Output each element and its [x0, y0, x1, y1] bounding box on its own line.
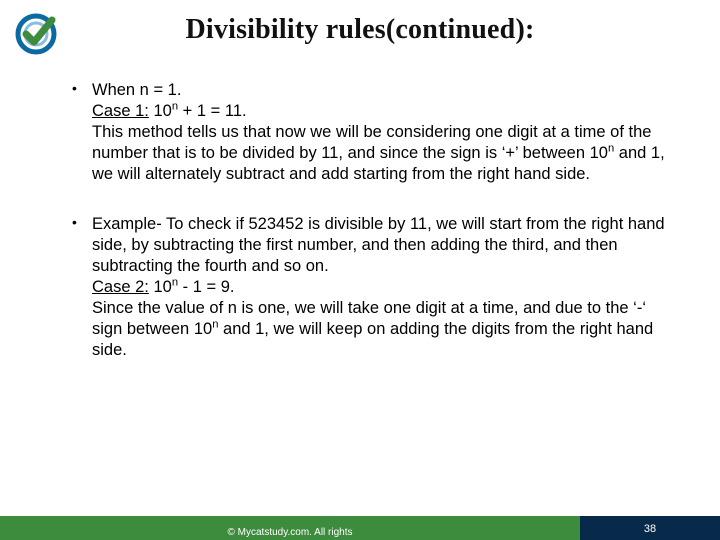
page-number: 38: [580, 523, 720, 535]
bullet-lead: Example- To check if 523452 is divisible…: [92, 215, 665, 275]
bullet-rest: This method tells us that now we will be…: [92, 123, 665, 183]
bullet-item: Example- To check if 523452 is divisible…: [68, 214, 668, 362]
case-expression: 10n + 1 = 11.: [153, 102, 246, 120]
copyright-text: © Mycatstudy.com. All rights: [0, 527, 580, 538]
bullet-rest: Since the value of n is one, we will tak…: [92, 299, 653, 359]
slide-title: Divisibility rules(continued):: [0, 14, 720, 46]
footer-bar: © Mycatstudy.com. All rights 38: [0, 516, 720, 540]
slide-body: When n = 1. Case 1: 10n + 1 = 11. This m…: [68, 80, 668, 389]
slide: Divisibility rules(continued): When n = …: [0, 0, 720, 540]
bullet-lead: When n = 1.: [92, 81, 181, 99]
case-expression: 10n - 1 = 9.: [153, 278, 234, 296]
bullet-item: When n = 1. Case 1: 10n + 1 = 11. This m…: [68, 80, 668, 186]
case-label: Case 2:: [92, 278, 149, 296]
case-label: Case 1:: [92, 102, 149, 120]
